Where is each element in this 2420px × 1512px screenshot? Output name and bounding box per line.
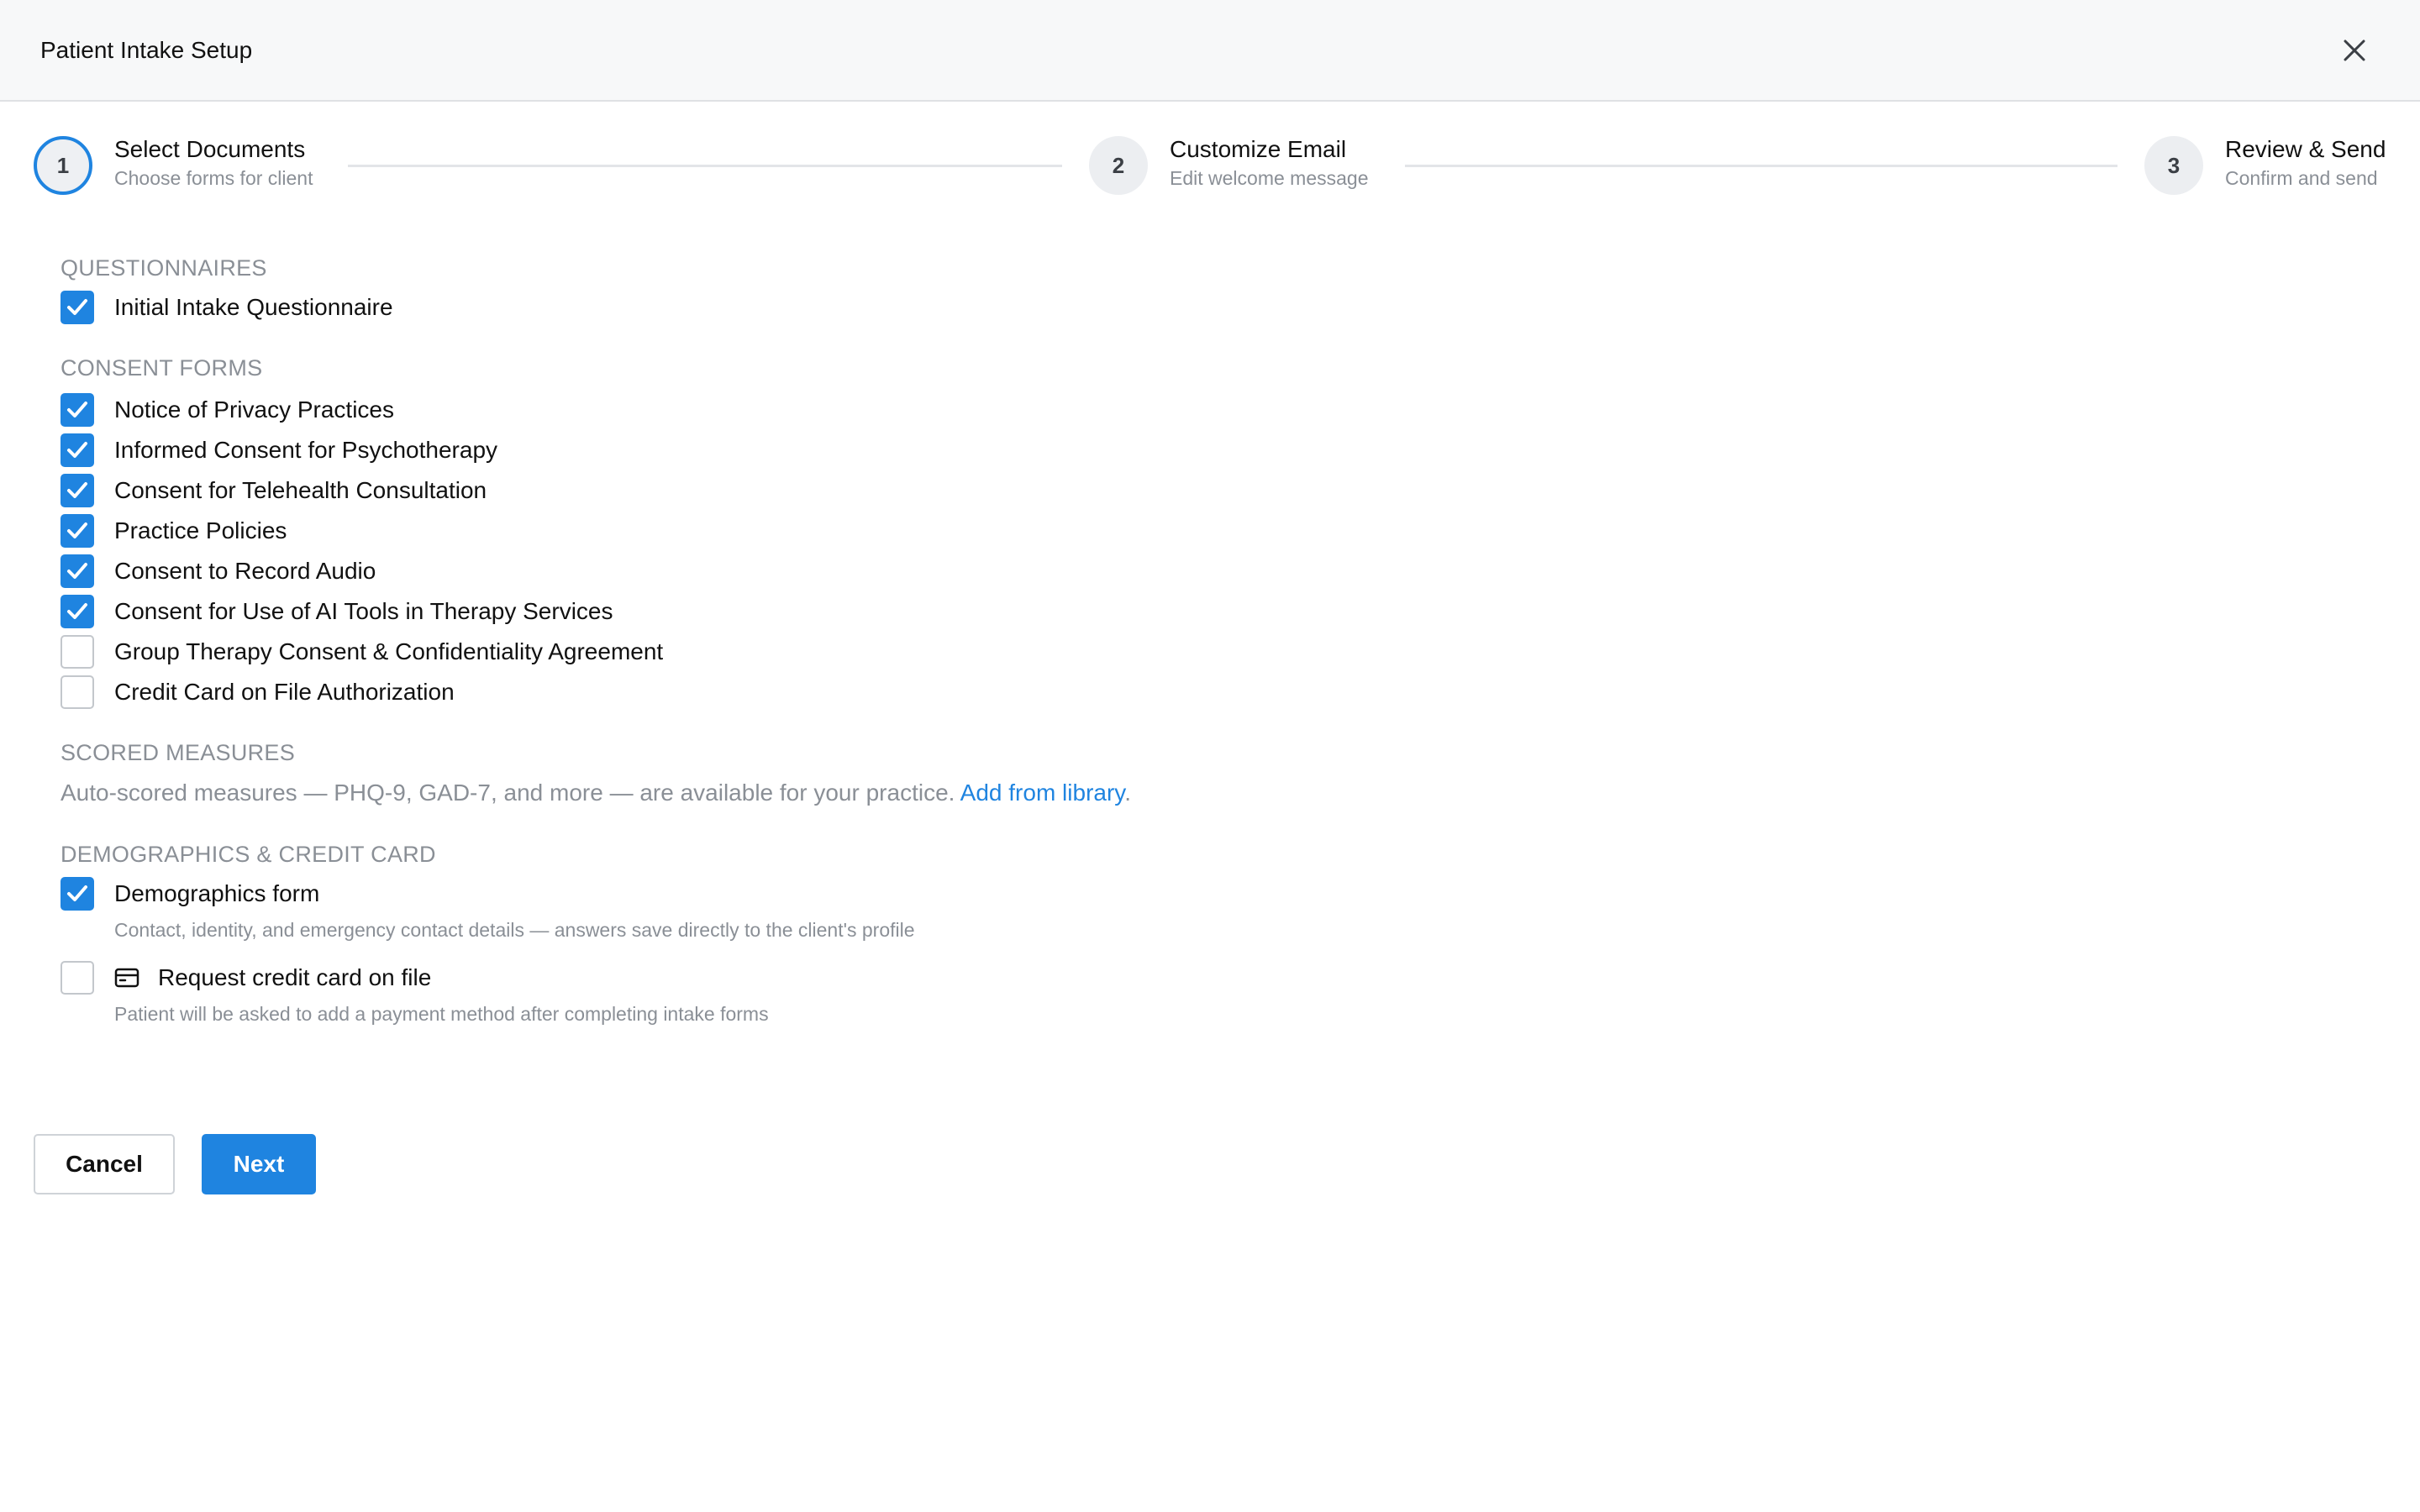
questionnaires-heading: QUESTIONNAIRES: [60, 255, 267, 281]
checkbox-label: Informed Consent for Psychotherapy: [114, 437, 498, 463]
dialog-title: Patient Intake Setup: [40, 37, 253, 63]
step-1-title: Select Documents: [114, 136, 306, 162]
checkmark-icon: [67, 482, 87, 498]
step-3-indicator[interactable]: 3: [2144, 136, 2203, 195]
checkbox[interactable]: [60, 961, 94, 995]
demographics-heading: DEMOGRAPHICS & CREDIT CARD: [60, 842, 436, 867]
close-icon: [2344, 39, 2365, 61]
checkmark-icon: [67, 522, 87, 538]
checkbox[interactable]: [60, 474, 94, 507]
checkbox[interactable]: [60, 675, 94, 709]
scored-measures-period: .: [1124, 780, 1131, 806]
checkbox[interactable]: [60, 554, 94, 588]
step-connector: [1405, 165, 2118, 167]
checkbox[interactable]: [60, 877, 94, 911]
credit-card-icon: [114, 968, 139, 988]
checkbox-label: Initial Intake Questionnaire: [114, 294, 393, 320]
add-from-library-link[interactable]: Add from library: [960, 780, 1125, 806]
checkmark-icon: [67, 299, 87, 315]
step-2-subtitle: Edit welcome message: [1170, 167, 1369, 189]
checkmark-icon: [67, 402, 87, 417]
consent-forms-heading: CONSENT FORMS: [60, 355, 263, 381]
checkbox-label: Group Therapy Consent & Confidentiality …: [114, 638, 664, 664]
step-1-indicator[interactable]: 1: [34, 136, 92, 195]
checkbox[interactable]: [60, 291, 94, 324]
credit-card-description: Patient will be asked to add a payment m…: [114, 1003, 769, 1025]
dialog-header: Patient Intake Setup: [0, 0, 2420, 102]
checkbox-label: Consent for Telehealth Consultation: [114, 477, 487, 503]
close-button[interactable]: [2336, 32, 2373, 69]
checkbox-label: Notice of Privacy Practices: [114, 396, 394, 423]
checkbox-label: Consent for Use of AI Tools in Therapy S…: [114, 598, 613, 624]
checkbox-label: Consent to Record Audio: [114, 558, 376, 584]
checkmark-icon: [67, 563, 87, 579]
scored-measures-text: Auto-scored measures — PHQ-9, GAD-7, and…: [60, 780, 960, 806]
demographics-form-description: Contact, identity, and emergency contact…: [114, 919, 915, 941]
step-2-indicator[interactable]: 2: [1089, 136, 1148, 195]
checkbox[interactable]: [60, 514, 94, 548]
checkbox[interactable]: [60, 433, 94, 467]
checkbox[interactable]: [60, 595, 94, 628]
next-button[interactable]: Next: [202, 1134, 316, 1194]
checkmark-icon: [67, 603, 87, 619]
step-1-subtitle: Choose forms for client: [114, 167, 313, 189]
checkbox-label: Request credit card on file: [158, 964, 432, 990]
checkbox[interactable]: [60, 393, 94, 427]
scored-measures-info: Auto-scored measures — PHQ-9, GAD-7, and…: [60, 778, 1131, 808]
step-connector: [348, 165, 1062, 167]
cancel-button[interactable]: Cancel: [34, 1134, 175, 1194]
step-3-subtitle: Confirm and send: [2225, 167, 2378, 189]
step-3-title: Review & Send: [2225, 136, 2386, 162]
checkmark-icon: [67, 442, 87, 458]
step-2-title: Customize Email: [1170, 136, 1347, 162]
checkbox-label: Practice Policies: [114, 517, 287, 543]
checkbox-label: Credit Card on File Authorization: [114, 679, 455, 705]
checkmark-icon: [67, 885, 87, 901]
scored-measures-heading: SCORED MEASURES: [60, 740, 296, 765]
checkbox-label: Demographics form: [114, 880, 320, 906]
checkbox[interactable]: [60, 635, 94, 669]
